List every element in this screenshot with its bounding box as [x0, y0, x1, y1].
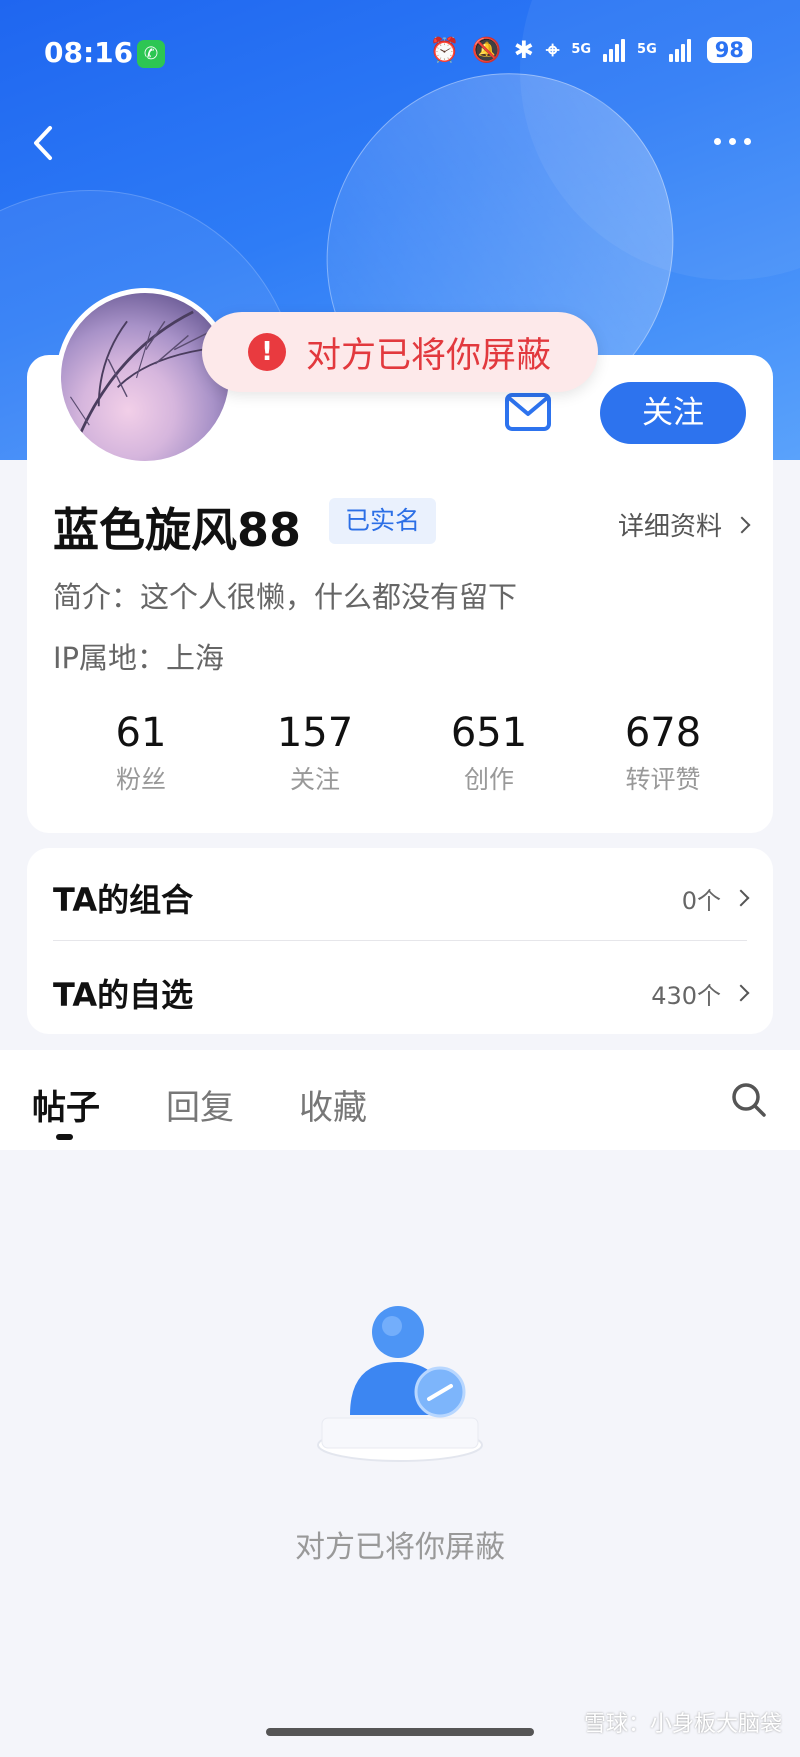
- home-indicator[interactable]: [266, 1728, 534, 1736]
- stat-posts[interactable]: 651 创作: [402, 710, 576, 796]
- stat-following[interactable]: 157 关注: [228, 710, 402, 796]
- stat-value: 651: [450, 710, 528, 756]
- network-label: 5G: [571, 42, 592, 57]
- signal-icon: [603, 38, 626, 62]
- stat-value: 678: [624, 710, 702, 756]
- active-tab-indicator: [56, 1134, 73, 1140]
- follow-button[interactable]: 关注: [600, 382, 746, 444]
- blocked-user-illustration: [317, 1306, 483, 1462]
- portfolio-count: 0个: [681, 886, 721, 915]
- tab-replies[interactable]: 回复: [166, 1080, 234, 1129]
- chevron-left-icon: [34, 126, 52, 160]
- profile-details-label: 详细资料: [617, 512, 722, 542]
- error-icon: !: [248, 333, 286, 371]
- watchlist-row[interactable]: TA的自选 430个: [53, 963, 750, 1023]
- stat-value: 157: [276, 710, 354, 756]
- avatar[interactable]: [56, 288, 234, 466]
- status-bar: 08:16 ✆ ⏰ 🔕 ✱ ⌖ 5G 5G 98: [0, 28, 800, 78]
- search-icon[interactable]: [729, 1080, 769, 1120]
- stat-label: 关注: [289, 765, 340, 794]
- stat-followers[interactable]: 61 粉丝: [54, 710, 228, 796]
- profile-details-link[interactable]: 详细资料: [617, 506, 751, 543]
- mute-bell-icon: 🔕: [471, 36, 502, 64]
- network-label: 5G: [637, 42, 657, 57]
- ip-location: IP属地：上海: [53, 641, 225, 675]
- blocked-toast: ! 对方已将你屏蔽: [202, 312, 598, 392]
- stats-row: 61 粉丝 157 关注 651 创作 678 转评赞: [27, 710, 773, 796]
- portfolio-row[interactable]: TA的组合 0个: [53, 868, 750, 928]
- username: 蓝色旋风88: [53, 503, 302, 557]
- chevron-right-icon: [732, 889, 750, 907]
- message-icon[interactable]: [504, 390, 552, 434]
- verified-badge: 已实名: [329, 498, 437, 544]
- dot-icon: [714, 137, 721, 145]
- dot-icon: [729, 137, 736, 145]
- stat-value: 61: [115, 710, 167, 756]
- toast-message: 对方已将你屏蔽: [306, 335, 552, 376]
- tab-favorites[interactable]: 收藏: [299, 1080, 367, 1129]
- alarm-icon: ⏰: [429, 36, 460, 64]
- divider: [53, 940, 747, 941]
- more-options-button[interactable]: [714, 126, 764, 156]
- stat-interactions[interactable]: 678 转评赞: [576, 710, 750, 796]
- watchlist-label: TA的自选: [53, 976, 194, 1014]
- empty-state-message: 对方已将你屏蔽: [295, 1530, 505, 1565]
- chevron-right-icon: [733, 516, 751, 533]
- back-button[interactable]: [24, 118, 64, 168]
- bio-text: 简介：这个人很懒，什么都没有留下: [53, 580, 518, 614]
- portfolio-label: TA的组合: [53, 881, 194, 919]
- dot-icon: [744, 137, 751, 145]
- content-tabs: 帖子 回复 收藏: [0, 1050, 800, 1150]
- location-icon: ⌖: [545, 36, 560, 64]
- status-time: 08:16: [44, 36, 134, 69]
- signal-icon: [668, 38, 691, 62]
- stat-label: 转评赞: [625, 765, 701, 794]
- battery-icon: 98: [706, 37, 752, 63]
- avatar-image: [69, 310, 213, 436]
- stat-label: 粉丝: [115, 765, 166, 794]
- bluetooth-icon: ✱: [513, 36, 534, 64]
- tab-posts[interactable]: 帖子: [32, 1080, 100, 1129]
- stat-label: 创作: [463, 765, 514, 794]
- phone-call-icon: ✆: [137, 40, 165, 68]
- chevron-right-icon: [732, 984, 750, 1002]
- watermark: 雪球：小身板大脑袋: [583, 1712, 782, 1737]
- watchlist-count: 430个: [651, 981, 721, 1010]
